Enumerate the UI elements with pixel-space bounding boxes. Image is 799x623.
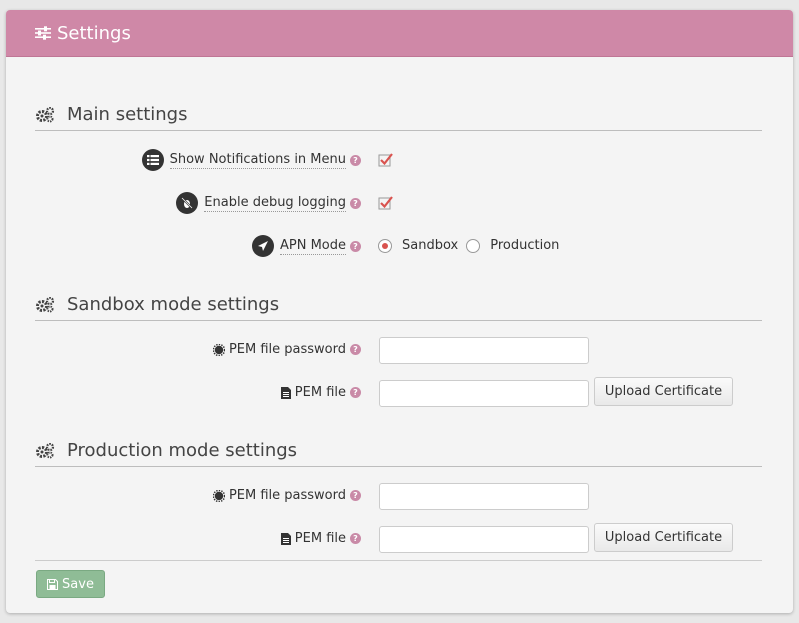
production-upload-certificate-button[interactable]: Upload Certificate: [594, 523, 733, 552]
sandbox-pem-file-row-label: PEM file ?: [280, 385, 361, 400]
sandbox-upload-certificate-button[interactable]: Upload Certificate: [594, 377, 733, 406]
help-icon[interactable]: ?: [350, 154, 361, 166]
apn-production-label[interactable]: Production: [490, 238, 559, 253]
help-icon[interactable]: ?: [350, 197, 361, 209]
help-icon[interactable]: ?: [350, 490, 361, 501]
asterisk-icon: [212, 343, 225, 356]
section-sandbox-settings: Sandbox mode settings: [35, 293, 762, 321]
show-notifications-label: Show Notifications in Menu: [169, 151, 346, 169]
apn-mode-row-label: APN Mode ?: [251, 235, 361, 257]
sandbox-pem-password-row-label: PEM file password ?: [212, 342, 361, 357]
production-pem-file-row-label: PEM file ?: [280, 531, 361, 546]
sliders-icon: [35, 26, 51, 40]
cogs-icon: [36, 106, 55, 122]
section-title-text: Main settings: [67, 104, 188, 125]
section-production-settings: Production mode settings: [35, 439, 762, 467]
settings-panel: Settings Main settings Show Notification…: [6, 10, 793, 613]
section-title-text: Production mode settings: [67, 440, 298, 461]
cogs-icon: [36, 442, 55, 458]
show-notifications-row-label: Show Notifications in Menu ?: [141, 149, 361, 171]
production-pem-password-label: PEM file password: [228, 488, 346, 503]
production-pem-password-input[interactable]: [379, 483, 589, 510]
help-icon[interactable]: ?: [350, 387, 361, 398]
help-icon[interactable]: ?: [350, 533, 361, 544]
help-icon[interactable]: ?: [350, 344, 361, 355]
apn-sandbox-radio[interactable]: [378, 238, 392, 253]
floppy-icon: [47, 578, 59, 590]
file-icon: [280, 532, 291, 545]
list-icon: [141, 149, 164, 171]
page-title: Settings: [57, 22, 131, 44]
production-pem-password-row-label: PEM file password ?: [212, 488, 361, 503]
production-pem-file-input[interactable]: [379, 526, 589, 553]
debug-logging-label: Enable debug logging: [204, 194, 346, 212]
sandbox-pem-file-label: PEM file: [294, 385, 346, 400]
asterisk-icon: [212, 489, 225, 502]
sandbox-pem-password-input[interactable]: [379, 337, 589, 364]
apn-mode-radio-group: Sandbox Production: [378, 238, 559, 253]
footer-divider: [35, 560, 762, 561]
cogs-icon: [36, 296, 55, 312]
section-main-settings: Main settings: [35, 103, 762, 131]
show-notifications-checkbox[interactable]: [378, 152, 394, 168]
bug-slash-icon: [176, 192, 199, 214]
file-icon: [280, 386, 291, 399]
apn-mode-label: APN Mode: [279, 237, 346, 255]
help-icon[interactable]: ?: [350, 240, 361, 252]
save-button-label: Save: [62, 576, 94, 592]
debug-logging-checkbox[interactable]: [378, 195, 394, 211]
panel-header: Settings: [6, 10, 793, 57]
apn-production-radio[interactable]: [466, 238, 481, 253]
paper-plane-icon: [251, 235, 274, 257]
debug-logging-row-label: Enable debug logging ?: [176, 192, 361, 214]
sandbox-pem-password-label: PEM file password: [228, 342, 346, 357]
section-title-text: Sandbox mode settings: [67, 294, 280, 315]
save-button[interactable]: Save: [36, 570, 105, 598]
production-pem-file-label: PEM file: [294, 531, 346, 546]
sandbox-pem-file-input[interactable]: [379, 380, 589, 407]
apn-sandbox-label[interactable]: Sandbox: [402, 238, 458, 253]
